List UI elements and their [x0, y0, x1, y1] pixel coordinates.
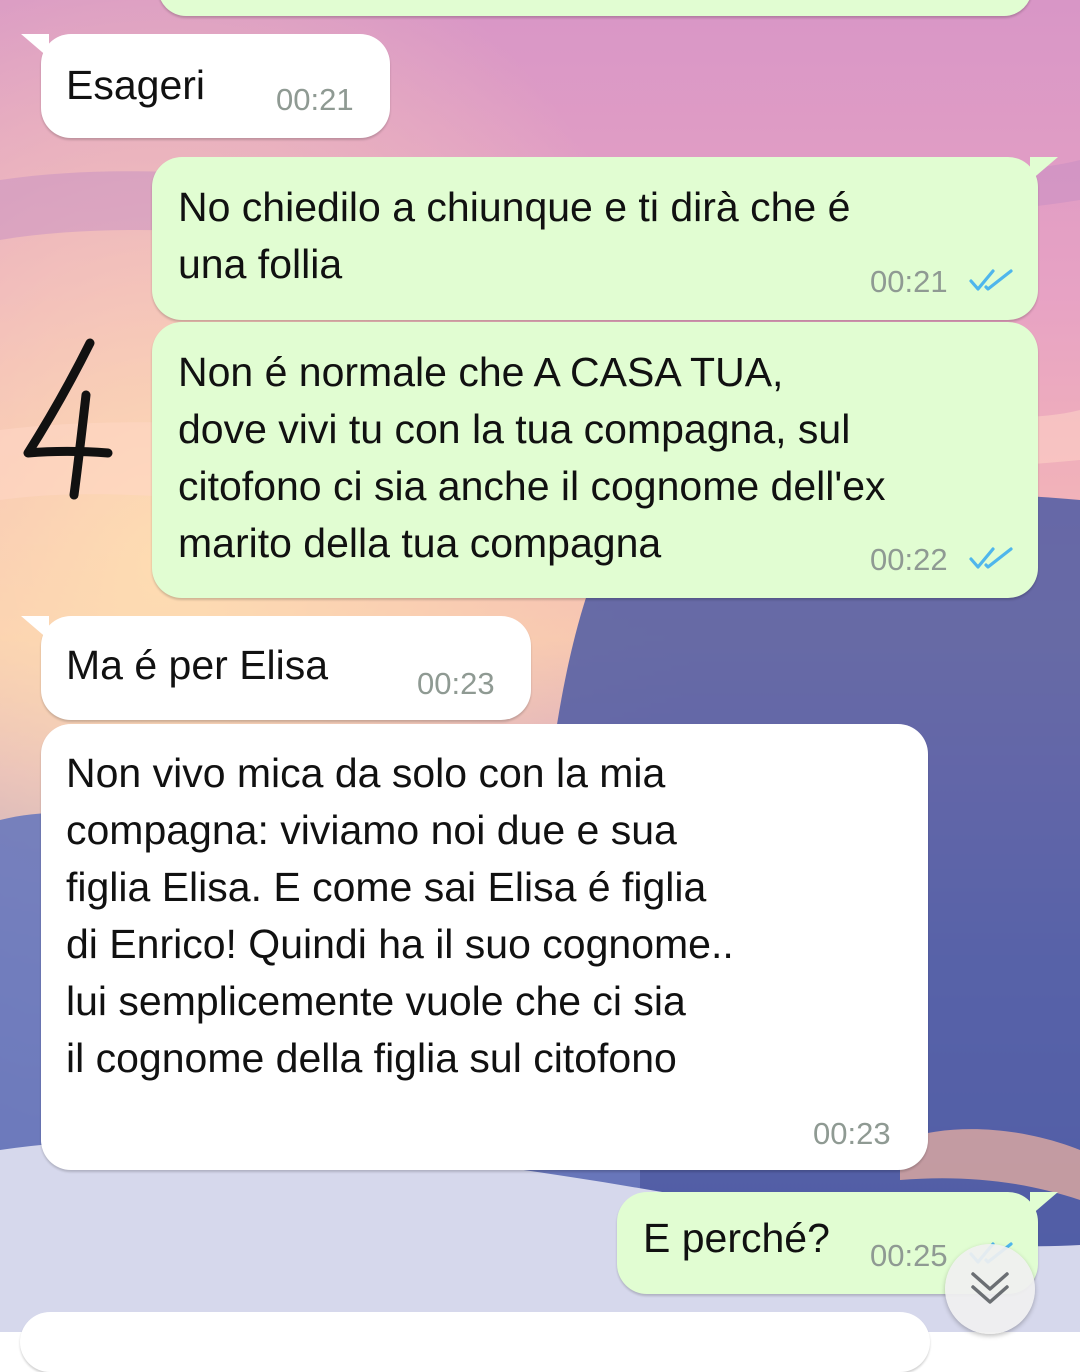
message-timestamp: 00:23 — [417, 666, 495, 701]
message-text: No chiedilo a chiunque e ti dirà che é u… — [178, 184, 851, 287]
double-check-icon — [969, 269, 1013, 291]
handwritten-number-annotation — [23, 338, 113, 500]
previous-message-bubble[interactable] — [158, 0, 1032, 16]
double-check-icon — [969, 547, 1013, 569]
bubble-tail — [1030, 1192, 1058, 1216]
message-timestamp: 00:22 — [870, 542, 948, 577]
message-timestamp: 00:21 — [276, 82, 354, 117]
chevron-double-down-icon — [971, 1272, 1009, 1304]
message-text: E perché? — [643, 1215, 830, 1261]
message-text: Non é normale che A CASA TUA, dove vivi … — [178, 349, 886, 566]
message-timestamp: 00:23 — [813, 1116, 891, 1151]
bubble-tail — [21, 616, 49, 640]
message-bubble-outgoing[interactable]: Non é normale che A CASA TUA, dove vivi … — [152, 322, 1038, 598]
message-text: Non vivo mica da solo con la mia compagn… — [66, 750, 734, 1081]
message-text: Ma é per Elisa — [66, 642, 329, 688]
scroll-to-bottom-button[interactable] — [945, 1244, 1035, 1334]
bubble-tail — [21, 34, 49, 58]
message-timestamp: 00:25 — [870, 1238, 948, 1273]
message-bubble-incoming[interactable]: Non vivo mica da solo con la mia compagn… — [41, 724, 928, 1170]
message-bubble-incoming[interactable]: Esageri 00:21 — [21, 34, 390, 138]
message-timestamp: 00:21 — [870, 264, 948, 299]
bubble-tail — [1030, 157, 1058, 181]
next-message-bubble[interactable] — [20, 1312, 930, 1372]
message-bubble-outgoing[interactable]: No chiedilo a chiunque e ti dirà che é u… — [152, 157, 1058, 320]
message-bubble-incoming[interactable]: Ma é per Elisa 00:23 — [21, 616, 531, 720]
message-text: Esageri — [66, 62, 206, 108]
